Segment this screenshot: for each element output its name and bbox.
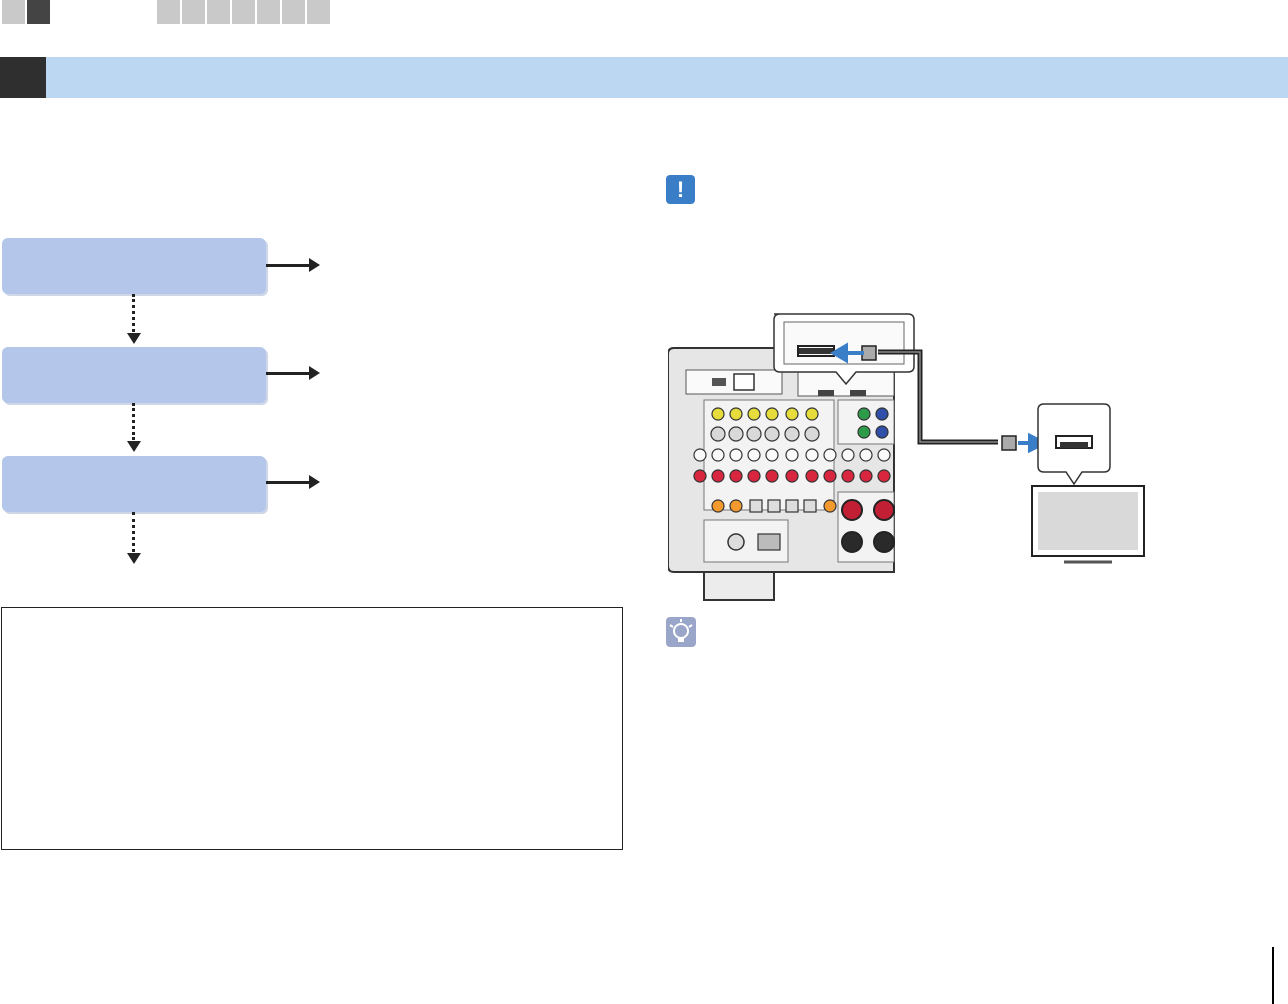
nav-tab[interactable] [182,0,205,24]
arrow-down-icon [127,441,141,452]
flow-arrow-right [266,372,310,375]
section-number-block [0,57,46,98]
info-box [1,607,623,850]
exclamation-icon: ! [666,175,695,204]
arrow-head-icon [309,366,320,380]
antenna-jack [727,533,745,551]
am-terminal [757,533,781,551]
section-header-bar [46,57,1288,98]
flow-connector [132,294,135,332]
flow-step-2 [2,347,266,403]
arrow-down-icon [127,553,141,564]
flow-arrow-right [266,481,310,484]
hdmi-plug [1001,435,1017,451]
arrow-head-icon [309,258,320,272]
lightbulb-icon [666,617,696,647]
page-marker [1272,947,1274,1004]
nav-tab[interactable] [2,0,25,24]
nav-tab[interactable] [232,0,255,24]
flow-step-1 [2,238,266,294]
tv-icon [1031,485,1145,564]
tv-hdmi-callout [1037,403,1111,486]
nav-tab[interactable] [257,0,280,24]
flow-connector [132,403,135,440]
hdmi-connection-diagram [668,313,1145,601]
flow-arrow-right [266,264,310,267]
flow-connector [132,512,135,552]
arrow-down-icon [127,333,141,344]
nav-tab-active[interactable] [27,0,50,24]
nav-tab[interactable] [307,0,330,24]
nav-tab[interactable] [207,0,230,24]
flow-step-3 [2,456,266,512]
hdmi-plug [861,345,877,361]
arrow-head-icon [309,475,320,489]
nav-tab[interactable] [282,0,305,24]
nav-tab[interactable] [157,0,180,24]
